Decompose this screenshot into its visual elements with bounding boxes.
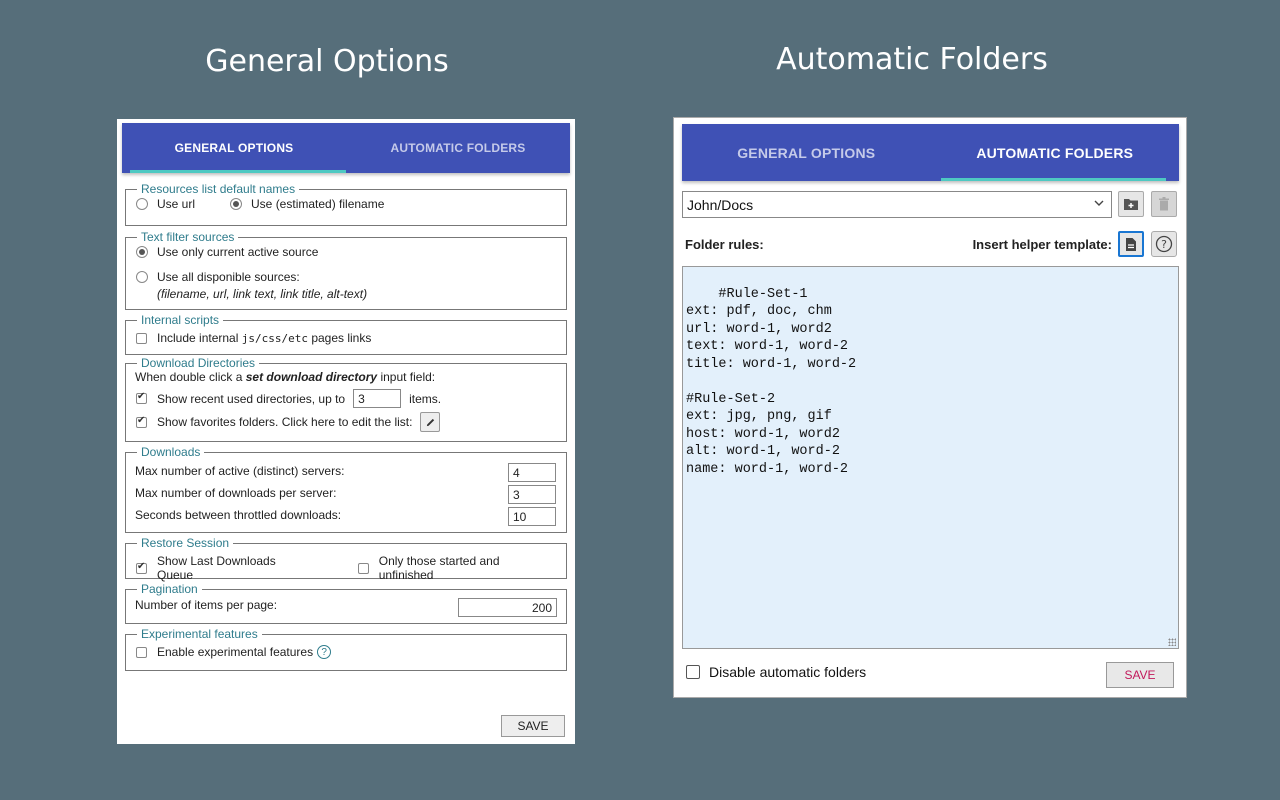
experimental-fieldset: Experimental features Enable experimenta… [125, 627, 567, 671]
restore-session-fieldset: Restore Session Show Last Downloads Queu… [125, 536, 567, 582]
tab-automatic-folders[interactable]: AUTOMATIC FOLDERS [931, 124, 1180, 181]
text-filter-fieldset: Text filter sources Use only current act… [125, 230, 567, 310]
favorites-checkbox[interactable] [136, 415, 147, 428]
max-per-server-input[interactable]: 3 [508, 485, 556, 504]
svg-text:?: ? [1161, 238, 1167, 251]
current-source-label: Use only current active source [157, 245, 319, 259]
tab-general-options[interactable]: GENERAL OPTIONS [122, 123, 346, 173]
experimental-checkbox[interactable] [136, 646, 147, 658]
help-icon: ? [1155, 235, 1173, 253]
folder-plus-icon [1124, 199, 1138, 210]
experimental-label: Enable experimental features [157, 645, 314, 659]
all-sources-radio[interactable] [136, 271, 148, 283]
delete-folder-button[interactable] [1151, 191, 1177, 217]
tab-bar: GENERAL OPTIONS AUTOMATIC FOLDERS [122, 123, 570, 173]
include-internal-checkbox[interactable] [136, 332, 147, 344]
include-internal-label-post: pages links [311, 331, 372, 345]
throttle-seconds-input[interactable]: 10 [508, 507, 556, 526]
throttle-seconds-label: Seconds between throttled downloads: [135, 507, 342, 522]
use-url-label: Use url [157, 197, 196, 211]
disable-automatic-folders[interactable]: Disable automatic folders [686, 664, 866, 680]
internal-scripts-fieldset: Internal scripts Include internal js/css… [125, 313, 567, 355]
tab-bar: GENERAL OPTIONS AUTOMATIC FOLDERS [682, 124, 1179, 181]
download-dirs-fieldset: Download Directories When double click a… [125, 356, 567, 442]
document-icon [1126, 237, 1136, 251]
include-internal-label-pre: Include internal [157, 331, 239, 345]
recent-dirs-checkbox[interactable] [136, 391, 147, 404]
favorites-label: Show favorites folders. Click here to ed… [157, 415, 413, 429]
caption-automatic-folders: Automatic Folders [776, 42, 1048, 77]
automatic-folders-panel: GENERAL OPTIONS AUTOMATIC FOLDERS John/D… [673, 117, 1187, 698]
items-per-page-input[interactable]: 200 [458, 598, 557, 617]
folder-rules-text: #Rule-Set-1 ext: pdf, doc, chm url: word… [686, 286, 857, 477]
resize-handle[interactable] [1168, 638, 1176, 646]
insert-template-button[interactable] [1118, 231, 1144, 257]
trash-icon [1159, 197, 1169, 211]
dirs-intro-pre: When double click a [135, 370, 243, 384]
help-icon[interactable]: ? [317, 645, 332, 659]
insert-helper-label: Insert helper template: [972, 237, 1112, 252]
only-unfinished-checkbox[interactable] [357, 562, 369, 574]
show-queue-label: Show Last Downloads Queue [157, 554, 276, 582]
tab-general-options[interactable]: GENERAL OPTIONS [682, 124, 931, 181]
folder-rules-label: Folder rules: [685, 237, 764, 252]
recent-dirs-label: Show recent used directories, up to [157, 391, 346, 406]
all-sources-label: Use all disponible sources: [157, 270, 300, 284]
all-sources-note: (filename, url, link text, link title, a… [157, 287, 368, 301]
items-per-page-label: Number of items per page: [135, 598, 278, 612]
max-servers-input[interactable]: 4 [508, 463, 556, 482]
chevron-down-icon [1093, 197, 1105, 212]
text-filter-legend: Text filter sources [141, 230, 235, 244]
disable-automatic-folders-checkbox[interactable] [686, 665, 700, 679]
dirs-intro-em: set download directory [245, 370, 378, 384]
experimental-legend: Experimental features [141, 627, 258, 641]
general-options-panel: GENERAL OPTIONS AUTOMATIC FOLDERS Resour… [117, 119, 575, 744]
help-button[interactable]: ? [1151, 231, 1177, 257]
resources-fieldset: Resources list default names Use url Use… [125, 182, 567, 226]
dirs-intro-post: input field: [380, 370, 436, 384]
show-queue-checkbox[interactable] [136, 561, 147, 574]
folder-select-value: John/Docs [687, 196, 754, 213]
internal-scripts-legend: Internal scripts [141, 313, 220, 327]
recent-dirs-suffix: items. [409, 391, 442, 406]
use-filename-label: Use (estimated) filename [251, 197, 385, 211]
pagination-legend: Pagination [141, 582, 198, 596]
only-unfinished-label: Only those started and unfinished [378, 554, 500, 582]
save-button[interactable]: SAVE [501, 715, 565, 737]
current-source-radio[interactable] [136, 246, 148, 258]
use-url-radio[interactable] [136, 198, 148, 210]
add-folder-button[interactable] [1118, 191, 1144, 217]
disable-automatic-folders-label: Disable automatic folders [709, 664, 867, 680]
tab-automatic-folders[interactable]: AUTOMATIC FOLDERS [346, 123, 570, 173]
edit-favorites-button[interactable] [420, 412, 441, 432]
include-internal-code: js/css/etc [241, 331, 308, 345]
downloads-legend: Downloads [141, 445, 201, 459]
downloads-fieldset: Downloads Max number of active (distinct… [125, 445, 567, 533]
max-per-server-label: Max number of downloads per server: [135, 485, 337, 500]
recent-dirs-count-input[interactable]: 3 [353, 389, 402, 408]
pagination-fieldset: Pagination Number of items per page: 200 [125, 582, 567, 624]
use-filename-radio[interactable] [230, 198, 243, 210]
folder-select[interactable]: John/Docs [682, 191, 1112, 218]
save-button[interactable]: SAVE [1106, 662, 1174, 688]
restore-session-legend: Restore Session [141, 536, 230, 550]
pencil-icon [426, 418, 435, 426]
caption-general-options: General Options [205, 44, 449, 79]
download-dirs-legend: Download Directories [141, 356, 256, 370]
resources-legend: Resources list default names [141, 182, 296, 196]
folder-rules-textarea[interactable]: #Rule-Set-1 ext: pdf, doc, chm url: word… [682, 266, 1179, 649]
max-servers-label: Max number of active (distinct) servers: [135, 463, 345, 478]
